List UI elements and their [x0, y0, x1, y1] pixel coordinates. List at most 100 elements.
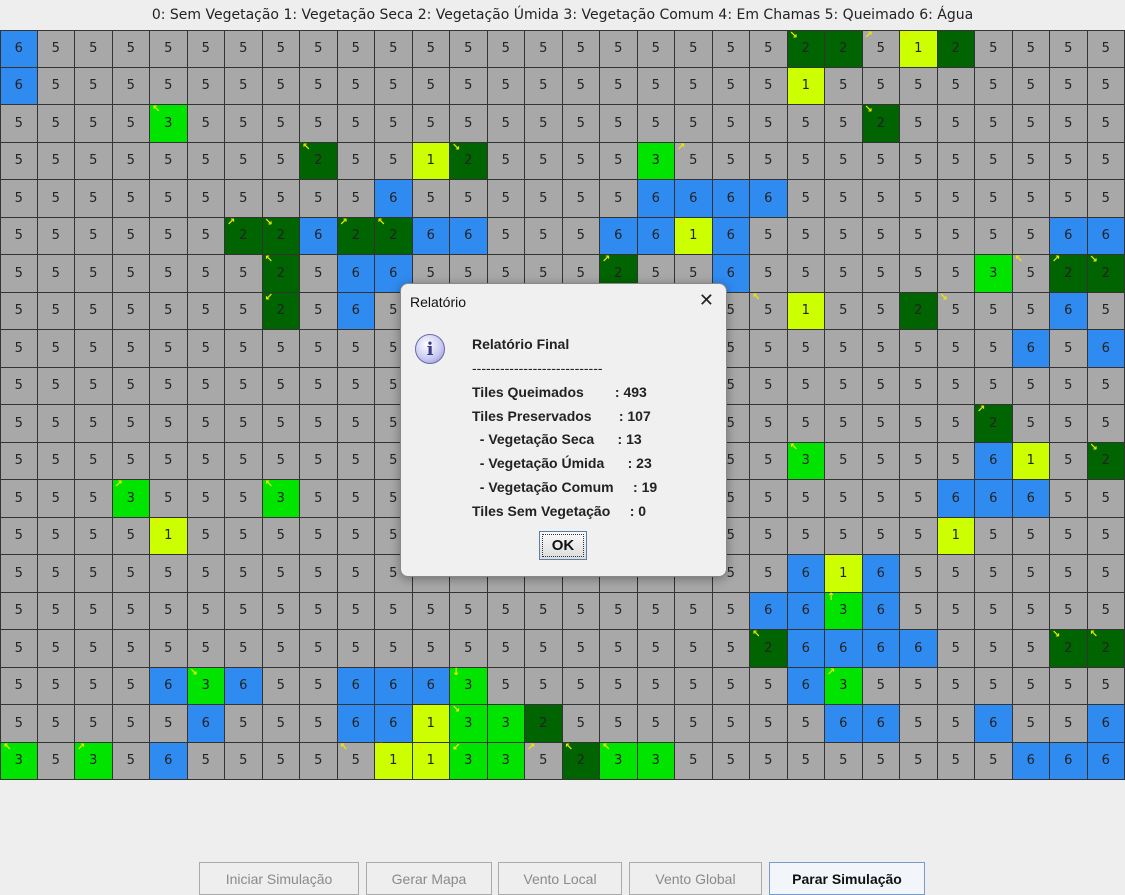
- local-wind-button[interactable]: Vento Local: [498, 862, 622, 895]
- tile-value: 5: [1026, 415, 1035, 431]
- grid-tile: 5: [1050, 517, 1088, 555]
- grid-tile: 5: [150, 292, 188, 330]
- grid-tile: 5: [1050, 30, 1088, 68]
- grid-tile: 5: [337, 180, 375, 218]
- grid-tile: 5: [112, 67, 150, 105]
- tile-value: 5: [839, 490, 848, 506]
- grid-tile: 5 ↗: [525, 741, 563, 780]
- tile-value: 5: [764, 78, 773, 94]
- tile-value: 5: [201, 228, 210, 244]
- tile-value: 5: [314, 115, 323, 131]
- tile-value: 6: [876, 565, 885, 581]
- tile-value: 5: [1064, 490, 1073, 506]
- grid-tile: 5: [900, 67, 938, 105]
- grid-tile: 5: [1012, 630, 1050, 668]
- tile-value: 5: [201, 115, 210, 131]
- tile-value: 5: [314, 415, 323, 431]
- tile-value: 5: [89, 153, 98, 169]
- grid-tile: 6: [825, 705, 863, 743]
- tile-value: 5: [914, 490, 923, 506]
- grid-tile: 5: [600, 142, 638, 180]
- tile-value: 3: [839, 678, 848, 694]
- tile-value: 5: [914, 190, 923, 206]
- ok-button[interactable]: OK: [539, 531, 587, 560]
- tile-value: 2: [989, 415, 998, 431]
- generate-map-button[interactable]: Gerar Mapa: [366, 862, 492, 895]
- tile-value: 5: [351, 190, 360, 206]
- tile-value: 5: [914, 715, 923, 731]
- grid-tile: 2 ↖: [375, 217, 413, 255]
- grid-tile: 5: [487, 67, 525, 105]
- start-simulation-button[interactable]: Iniciar Simulação: [199, 862, 359, 895]
- tile-value: 5: [1064, 565, 1073, 581]
- tile-value: 5: [126, 228, 135, 244]
- grid-tile: 5: [750, 667, 788, 705]
- tile-value: 6: [389, 678, 398, 694]
- tile-value: 5: [389, 41, 398, 57]
- grid-tile: 5: [337, 442, 375, 480]
- grid-tile: 5: [75, 517, 113, 555]
- tile-value: 5: [539, 603, 548, 619]
- tile-value: 1: [839, 565, 848, 581]
- grid-tile: 5: [0, 705, 38, 743]
- grid-tile: 5: [900, 330, 938, 368]
- grid-tile: 6: [1050, 742, 1088, 780]
- grid-tile: 5: [150, 480, 188, 518]
- tile-value: 5: [951, 303, 960, 319]
- close-icon[interactable]: ✕: [699, 290, 714, 311]
- tile-legend: 0: Sem Vegetação 1: Vegetação Seca 2: Ve…: [151, 7, 974, 23]
- tile-value: 2: [276, 265, 285, 281]
- wind-arrow-icon: ↘: [1089, 254, 1098, 265]
- tile-value: 5: [14, 528, 23, 544]
- grid-tile: 5: [900, 180, 938, 218]
- wind-arrow-icon: ↘: [452, 141, 461, 153]
- grid-tile: 5: [187, 217, 225, 255]
- grid-tile: 5: [975, 180, 1013, 218]
- grid-tile: 5: [712, 705, 750, 743]
- grid-tile: 6: [787, 555, 825, 593]
- grid-tile: 5: [337, 517, 375, 555]
- tile-value: 6: [839, 715, 848, 731]
- grid-tile: 5: [675, 30, 713, 68]
- report-line-preserved: Tiles Preservados : 107: [472, 408, 651, 424]
- global-wind-button[interactable]: Vento Global: [629, 862, 762, 895]
- grid-tile: 5: [750, 367, 788, 405]
- tile-value: 6: [651, 228, 660, 244]
- grid-tile: 5: [1012, 292, 1050, 330]
- tile-value: 5: [876, 453, 885, 469]
- wind-arrow-icon: ↙: [264, 291, 273, 303]
- grid-tile: 1 ↘: [675, 217, 713, 255]
- tile-value: 5: [914, 565, 923, 581]
- tile-value: 5: [201, 490, 210, 506]
- tile-value: 5: [201, 640, 210, 656]
- grid-tile: 1 ↘: [412, 705, 450, 743]
- stop-simulation-button[interactable]: Parar Simulação: [769, 862, 925, 895]
- grid-tile: 6: [412, 667, 450, 705]
- grid-tile: 5: [0, 142, 38, 180]
- tile-value: 5: [576, 228, 585, 244]
- grid-tile: 5: [975, 667, 1013, 705]
- tile-value: 5: [89, 228, 98, 244]
- tile-value: 5: [276, 715, 285, 731]
- wind-arrow-icon: ↗: [1052, 254, 1061, 265]
- tile-value: 5: [876, 378, 885, 394]
- grid-tile: 5: [712, 67, 750, 105]
- tile-value: 5: [839, 115, 848, 131]
- tile-value: 5: [614, 78, 623, 94]
- wind-arrow-icon: ↗: [527, 741, 536, 753]
- tile-value: 5: [689, 78, 698, 94]
- tile-value: 5: [51, 41, 60, 57]
- grid-tile: 5: [487, 630, 525, 668]
- tile-value: 5: [89, 378, 98, 394]
- grid-tile: 5: [300, 592, 338, 630]
- grid-tile: 5: [487, 592, 525, 630]
- grid-tile: 5: [75, 667, 113, 705]
- grid-tile: 5: [75, 367, 113, 405]
- tile-value: 5: [839, 228, 848, 244]
- grid-tile: 3 ↘: [187, 667, 225, 705]
- grid-tile: 5: [600, 67, 638, 105]
- grid-tile: 5: [150, 367, 188, 405]
- grid-tile: 5: [487, 217, 525, 255]
- report-line-common: - Vegetação Comum : 19: [472, 479, 658, 495]
- tile-value: 6: [1026, 753, 1035, 769]
